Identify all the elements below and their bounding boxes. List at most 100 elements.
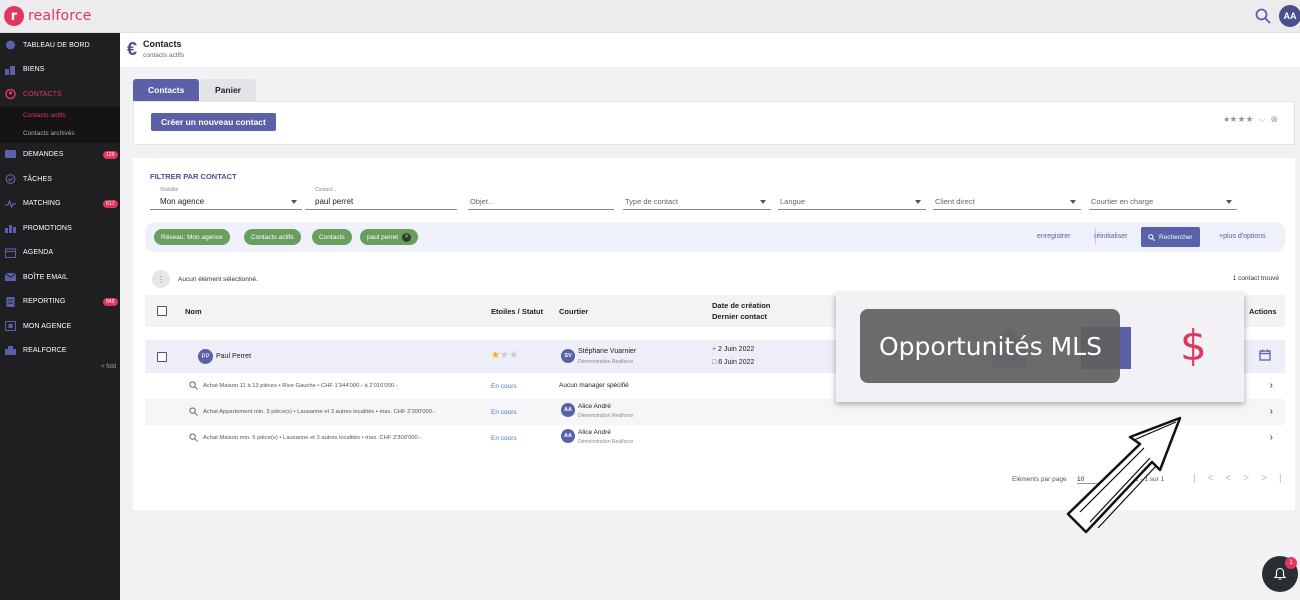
contact-name[interactable]: Paul Perret (216, 353, 251, 360)
search-icon[interactable] (1254, 7, 1272, 25)
column-last-contact[interactable]: Dernier contact (712, 312, 767, 321)
save-filter-link[interactable]: enregistrer (1037, 233, 1070, 240)
page-header: € Contacts contacts actifs (120, 33, 1300, 67)
sidebar-item-tasks[interactable]: TÂCHES (0, 167, 120, 192)
column-stars-status[interactable]: Etoiles / Statut (491, 307, 543, 316)
report-icon (6, 296, 15, 307)
last-contact-value: 6 Juin 2022 (718, 359, 755, 366)
contact-icon (5, 89, 16, 99)
calendar-icon[interactable] (1259, 349, 1271, 361)
column-name[interactable]: Nom (185, 307, 202, 316)
search-icon (189, 407, 198, 416)
selection-text: Aucun élément sélectionné. (178, 275, 258, 283)
broker-agency: Démonstration Realforce (578, 439, 634, 445)
tab-contacts[interactable]: Contacts (133, 79, 200, 101)
page-title: Contacts (143, 39, 182, 49)
search-icon (189, 381, 198, 390)
dollar-icon[interactable]: $ (1180, 321, 1207, 370)
row-checkbox[interactable] (157, 352, 167, 362)
logo-text: realforce (28, 8, 92, 24)
close-icon[interactable]: ⊗ (1270, 114, 1278, 125)
sidebar-item-label: BIENS (23, 66, 45, 74)
visibility-select[interactable]: Visibilité Mon agence (150, 185, 302, 210)
sidebar-item-label: MON AGENCE (23, 322, 72, 330)
sidebar-item-contacts[interactable]: CONTACTS (0, 82, 120, 107)
broker-avatar: AA (561, 403, 575, 417)
rating-stars[interactable]: ★★★ (491, 350, 518, 361)
logo[interactable]: r realforce (4, 6, 92, 26)
realforce-icon (5, 345, 16, 355)
request-description: Achat Maison min. 5 pièce(s) • Lausanne … (203, 435, 422, 441)
agency-icon (5, 321, 16, 331)
sidebar-item-label: TABLEAU DE BORD (23, 41, 90, 49)
broker-name: Stéphane Vuarnier (578, 348, 637, 355)
items-per-page-label: Eléments par page (1012, 476, 1067, 483)
arrow-annotation (1066, 416, 1182, 534)
sidebar-item-promotions[interactable]: PROMOTIONS (0, 216, 120, 241)
broker-select[interactable]: Courtier en charge (1089, 185, 1237, 210)
actions-card: Créer un nouveau contact ●★★★ ⌵ ⊗ (133, 101, 1295, 145)
user-avatar[interactable]: AA (1279, 5, 1300, 27)
sidebar-item-label: MATCHING (23, 200, 61, 208)
sidebar-item-label: TÂCHES (23, 175, 52, 183)
more-options-link[interactable]: +plus d'options (1219, 233, 1266, 240)
rating-filter-icon[interactable]: ●★★★ (1224, 114, 1254, 125)
search-icon (189, 433, 198, 442)
select-all-checkbox[interactable] (157, 306, 167, 316)
filter-chip[interactable]: Contacts (312, 229, 352, 245)
sidebar: TABLEAU DE BORD BIENS CONTACTS Contacts … (0, 33, 120, 600)
more-vertical-icon[interactable]: ⋮ (152, 270, 170, 288)
sidebar-item-realforce[interactable]: REALFORCE (0, 339, 120, 364)
sidebar-item-agency[interactable]: MON AGENCE (0, 314, 120, 339)
filter-chip[interactable]: Réseau: Mon agence (154, 229, 230, 245)
remove-chip-icon[interactable]: ✕ (402, 232, 412, 242)
language-select[interactable]: Langue (778, 185, 926, 210)
contacts-page-icon: € (127, 39, 138, 59)
chevron-right-icon[interactable]: › (1270, 406, 1273, 417)
tab-panier[interactable]: Panier (200, 79, 256, 101)
filter-chip-removable[interactable]: paul perret ✕ (360, 229, 419, 245)
column-created[interactable]: Date de création (712, 301, 770, 310)
chevron-right-icon[interactable]: › (1270, 380, 1273, 391)
contact-search-input[interactable]: Contact... paul perret (305, 185, 457, 210)
request-status[interactable]: En cours (491, 435, 517, 442)
field-placeholder: Client direct (935, 197, 975, 206)
request-broker: Alice André (578, 403, 611, 410)
broker-agency: Démonstration Realforce (578, 359, 634, 365)
requests-count-badge: 129 (103, 150, 118, 159)
request-status[interactable]: En cours (491, 383, 517, 390)
subnav-active-contacts[interactable]: Contacts actifs (0, 107, 120, 125)
active-filters-bar: Réseau: Mon agence Contacts actifs Conta… (145, 222, 1285, 252)
direct-client-select[interactable]: Client direct (933, 185, 1081, 210)
sidebar-item-agenda[interactable]: AGENDA (0, 241, 120, 266)
created-date: + 2 Juin 2022 (712, 346, 754, 353)
sidebar-item-requests[interactable]: DEMANDES 129 (0, 143, 120, 168)
star-filled-icon: ★ (491, 350, 500, 361)
sidebar-item-matching[interactable]: MATCHING 617 (0, 192, 120, 217)
request-status[interactable]: En cours (491, 409, 517, 416)
chevron-right-icon[interactable]: › (1270, 432, 1273, 443)
bell-icon (1273, 567, 1287, 580)
subnav-archived-contacts[interactable]: Contacts archivés (0, 125, 120, 143)
pagination-nav[interactable]: |<<>>| (1193, 473, 1294, 484)
object-input[interactable]: Objet... (468, 185, 614, 210)
field-placeholder: Courtier en charge (1091, 197, 1154, 206)
sidebar-item-dashboard[interactable]: TABLEAU DE BORD (0, 33, 120, 58)
fold-sidebar-button[interactable]: < fold (101, 364, 116, 370)
reset-filter-link[interactable]: réinitialiser (1094, 233, 1127, 240)
avatar: PP (198, 349, 213, 364)
filter-chip[interactable]: Contacts actifs (244, 229, 301, 245)
column-broker[interactable]: Courtier (559, 307, 588, 316)
notification-count-badge: 1 (1285, 557, 1297, 569)
sidebar-item-properties[interactable]: BIENS (0, 58, 120, 83)
search-button[interactable]: Rechercher (1141, 227, 1200, 247)
sidebar-item-label: BOÎTE EMAIL (23, 273, 69, 281)
sidebar-item-email[interactable]: BOÎTE EMAIL (0, 265, 120, 290)
chip-label: paul perret (367, 233, 399, 241)
create-contact-button[interactable]: Créer un nouveau contact (151, 113, 276, 131)
chevron-down-icon[interactable]: ⌵ (1259, 114, 1266, 125)
star-empty-icon: ★ (508, 350, 518, 361)
contact-type-select[interactable]: Type de contact (623, 185, 771, 210)
sidebar-item-reporting[interactable]: REPORTING 845 (0, 290, 120, 315)
calendar-icon (5, 247, 16, 258)
